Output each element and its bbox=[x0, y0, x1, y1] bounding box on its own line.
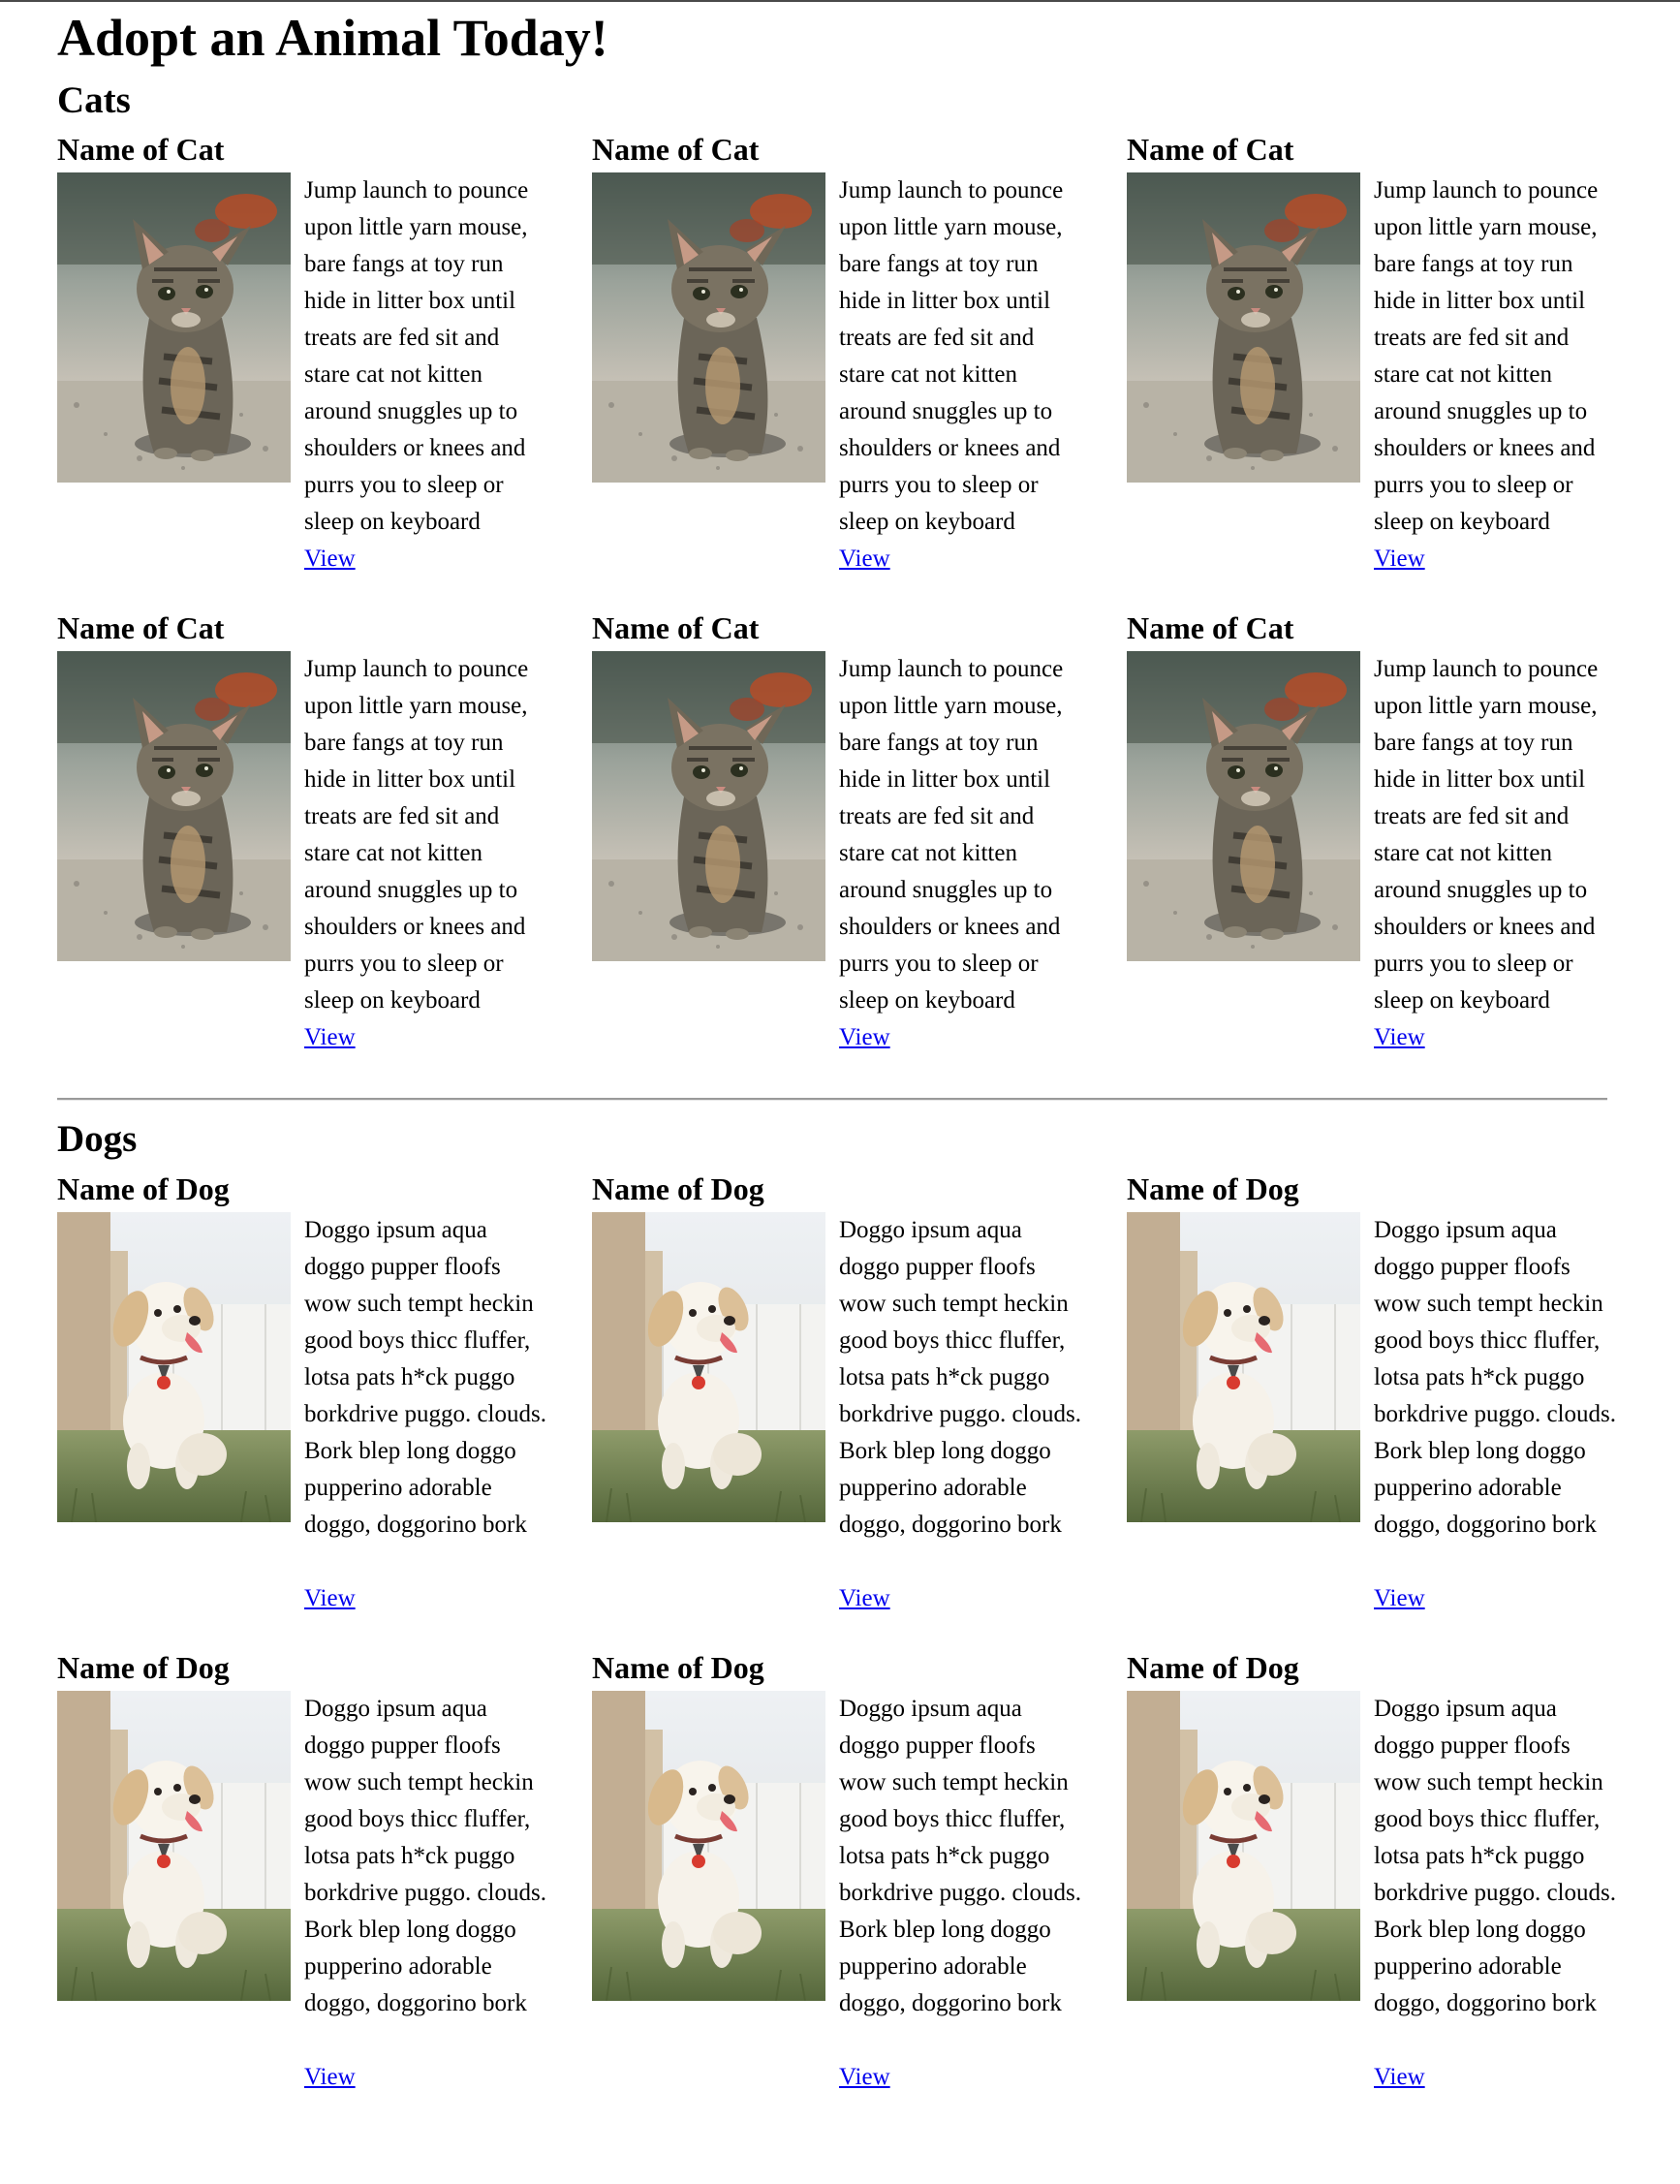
dog-description: Doggo ipsum aqua doggo pupper floofs wow… bbox=[304, 1217, 546, 1538]
cat-card: Name of Cat Jump launch to pounce upon l… bbox=[57, 130, 592, 608]
kitten-photo bbox=[1127, 172, 1360, 483]
view-cat-link[interactable]: View bbox=[1374, 1019, 1425, 1056]
cat-card: Name of Cat Jump launch to pounce upon l… bbox=[57, 608, 592, 1087]
cat-description: Jump launch to pounce upon little yarn m… bbox=[1374, 656, 1599, 1014]
cat-name: Name of Cat bbox=[592, 610, 760, 645]
view-cat-link[interactable]: View bbox=[839, 1019, 890, 1056]
puppy-photo bbox=[1127, 1691, 1360, 2001]
dogs-section-heading: Dogs bbox=[57, 1118, 138, 1160]
dog-name: Name of Dog bbox=[592, 1650, 764, 1685]
cat-description: Jump launch to pounce upon little yarn m… bbox=[839, 177, 1064, 535]
puppy-photo bbox=[57, 1691, 291, 2001]
cat-card: Name of Cat Jump launch to pounce upon l… bbox=[1127, 130, 1662, 608]
view-dog-link[interactable]: View bbox=[1374, 2059, 1425, 2096]
dogs-grid: Name of Dog Doggo ipsum aqua doggo puppe… bbox=[57, 1170, 1665, 2127]
cat-card: Name of Cat Jump launch to pounce upon l… bbox=[1127, 608, 1662, 1087]
dog-name: Name of Dog bbox=[57, 1171, 230, 1206]
dog-card: Name of Dog Doggo ipsum aqua doggo puppe… bbox=[592, 1648, 1127, 2127]
view-dog-link[interactable]: View bbox=[1374, 1580, 1425, 1617]
dog-description: Doggo ipsum aqua doggo pupper floofs wow… bbox=[1374, 1217, 1616, 1538]
cat-name: Name of Cat bbox=[592, 132, 760, 167]
dog-card: Name of Dog Doggo ipsum aqua doggo puppe… bbox=[1127, 1170, 1662, 1648]
dog-name: Name of Dog bbox=[57, 1650, 230, 1685]
view-cat-link[interactable]: View bbox=[304, 541, 356, 577]
dog-name: Name of Dog bbox=[1127, 1171, 1299, 1206]
cat-description: Jump launch to pounce upon little yarn m… bbox=[839, 656, 1064, 1014]
cat-description: Jump launch to pounce upon little yarn m… bbox=[304, 656, 529, 1014]
dog-description: Doggo ipsum aqua doggo pupper floofs wow… bbox=[304, 1696, 546, 2016]
dog-card: Name of Dog Doggo ipsum aqua doggo puppe… bbox=[57, 1170, 592, 1648]
view-dog-link[interactable]: View bbox=[839, 2059, 890, 2096]
kitten-photo bbox=[57, 172, 291, 483]
cat-name: Name of Cat bbox=[1127, 610, 1294, 645]
cat-name: Name of Cat bbox=[1127, 132, 1294, 167]
cats-section-heading: Cats bbox=[57, 79, 131, 121]
cat-name: Name of Cat bbox=[57, 132, 225, 167]
view-cat-link[interactable]: View bbox=[839, 541, 890, 577]
view-dog-link[interactable]: View bbox=[304, 2059, 356, 2096]
kitten-photo bbox=[57, 651, 291, 961]
cat-card: Name of Cat Jump launch to pounce upon l… bbox=[592, 608, 1127, 1087]
cats-grid: Name of Cat Jump launch to pounce upon l… bbox=[57, 130, 1665, 1087]
cat-card: Name of Cat Jump launch to pounce upon l… bbox=[592, 130, 1127, 608]
dog-name: Name of Dog bbox=[592, 1171, 764, 1206]
puppy-photo bbox=[1127, 1212, 1360, 1522]
dog-card: Name of Dog Doggo ipsum aqua doggo puppe… bbox=[1127, 1648, 1662, 2127]
dog-card: Name of Dog Doggo ipsum aqua doggo puppe… bbox=[57, 1648, 592, 2127]
view-cat-link[interactable]: View bbox=[304, 1019, 356, 1056]
puppy-photo bbox=[57, 1212, 291, 1522]
kitten-photo bbox=[592, 651, 825, 961]
page-title: Adopt an Animal Today! bbox=[57, 9, 608, 67]
dog-card: Name of Dog Doggo ipsum aqua doggo puppe… bbox=[592, 1170, 1127, 1648]
kitten-photo bbox=[1127, 651, 1360, 961]
cat-description: Jump launch to pounce upon little yarn m… bbox=[304, 177, 529, 535]
section-divider bbox=[57, 1098, 1607, 1101]
puppy-photo bbox=[592, 1212, 825, 1522]
dog-name: Name of Dog bbox=[1127, 1650, 1299, 1685]
view-cat-link[interactable]: View bbox=[1374, 541, 1425, 577]
puppy-photo bbox=[592, 1691, 825, 2001]
dog-description: Doggo ipsum aqua doggo pupper floofs wow… bbox=[839, 1217, 1081, 1538]
view-dog-link[interactable]: View bbox=[839, 1580, 890, 1617]
dog-description: Doggo ipsum aqua doggo pupper floofs wow… bbox=[1374, 1696, 1616, 2016]
dog-description: Doggo ipsum aqua doggo pupper floofs wow… bbox=[839, 1696, 1081, 2016]
kitten-photo bbox=[592, 172, 825, 483]
top-border bbox=[0, 0, 1680, 2]
cat-name: Name of Cat bbox=[57, 610, 225, 645]
cat-description: Jump launch to pounce upon little yarn m… bbox=[1374, 177, 1599, 535]
view-dog-link[interactable]: View bbox=[304, 1580, 356, 1617]
